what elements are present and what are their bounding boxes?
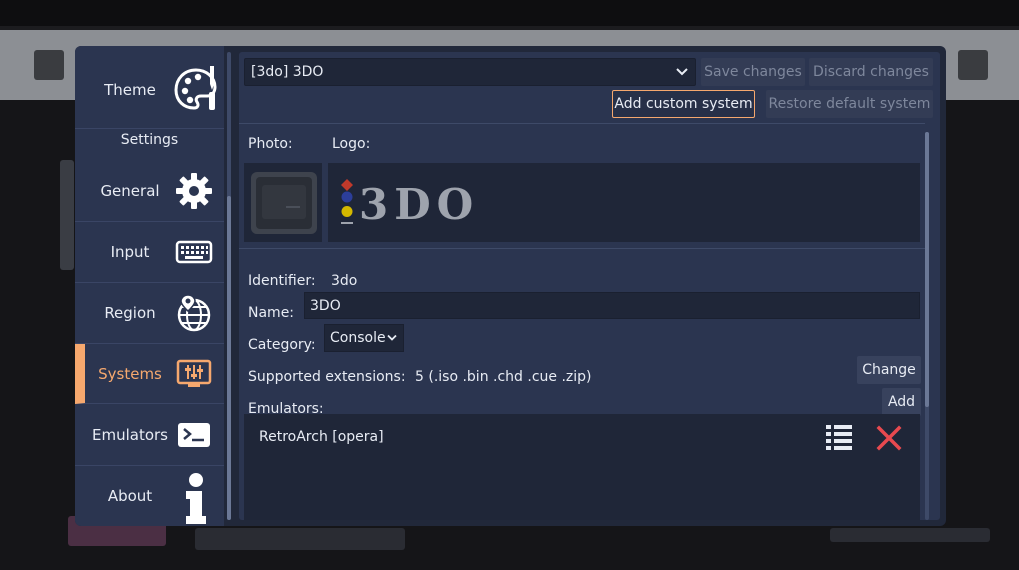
sidebar-item-label: About [107,487,153,505]
emulator-list: RetroArch [opera] [244,414,920,520]
category-dropdown-value: Console [330,330,386,346]
divider [239,123,925,124]
sidebar-item-region[interactable]: Region [75,283,224,344]
divider [239,248,925,249]
sidebar-item-label: Region [104,304,156,322]
keyboard-icon [175,240,213,264]
sidebar-item-systems[interactable]: Systems [75,344,224,404]
change-extensions-button[interactable]: Change [857,356,921,384]
sidebar: Theme Settings General Input Region Syst… [75,46,224,526]
identifier-label: Identifier: [248,273,316,289]
category-dropdown[interactable]: Console [324,324,404,352]
palette-icon [174,66,217,110]
save-changes-button[interactable]: Save changes [701,58,805,86]
sidebar-item-label: General [100,182,160,200]
sidebar-item-general[interactable]: General [75,161,224,222]
background-hint [830,528,990,542]
sidebar-item-label: Emulators [92,426,168,444]
sidebar-item-input[interactable]: Input [75,222,224,283]
gear-icon [176,173,212,209]
name-input-value: 3DO [310,297,341,314]
system-logo[interactable]: 3DO [328,163,920,242]
system-dropdown[interactable]: [3do] 3DO [244,58,696,86]
system-dropdown-value: [3do] 3DO [251,64,324,80]
system-photo[interactable] [244,163,322,242]
extensions-label: Supported extensions: [248,369,406,385]
close-icon[interactable] [876,425,902,451]
sidebar-item-label: Input [110,243,150,261]
globe-icon [177,294,211,332]
logo-text: 3DO [359,180,479,229]
emulator-name: RetroArch [opera] [259,429,384,445]
discard-changes-button[interactable]: Discard changes [809,58,933,86]
restore-default-system-button[interactable]: Restore default system [766,90,933,118]
settings-heading: Settings [120,132,179,148]
3do-logo-image: 3DO [341,179,479,229]
extensions-value: 5 (.iso .bin .chd .cue .zip) [415,369,592,385]
background-card [60,160,74,270]
info-icon [186,473,206,524]
sidebar-scrollbar-thumb[interactable] [227,196,231,520]
list-options-icon[interactable] [825,424,853,452]
name-label: Name: [248,305,295,321]
logo-label: Logo: [332,136,371,152]
system-editor-panel: [3do] 3DO Save changes Discard changes A… [239,52,940,520]
sidebar-item-about[interactable]: About [75,466,224,526]
settings-dialog: Theme Settings General Input Region Syst… [75,46,946,526]
console-photo-image [251,172,317,234]
chevron-down-icon [387,334,397,341]
background-nav-right [958,50,988,80]
name-input[interactable]: 3DO [304,292,920,319]
background-top-band [0,0,1019,26]
background-text [195,528,405,550]
add-emulator-button[interactable]: Add [882,388,921,416]
sidebar-item-label: Systems [98,364,162,383]
sidebar-item-label: Theme [104,81,156,99]
category-label: Category: [248,337,316,353]
panel-scrollbar-thumb[interactable] [925,132,929,407]
monitor-sliders-icon [176,359,212,387]
sidebar-item-emulators[interactable]: Emulators [75,405,224,466]
identifier-value: 3do [331,273,358,289]
terminal-icon [178,423,210,447]
chevron-down-icon [676,68,688,76]
photo-label: Photo: [248,136,293,152]
sidebar-item-theme[interactable]: Theme [75,52,224,129]
add-custom-system-button[interactable]: Add custom system [612,90,755,118]
background-nav-left [34,50,64,80]
